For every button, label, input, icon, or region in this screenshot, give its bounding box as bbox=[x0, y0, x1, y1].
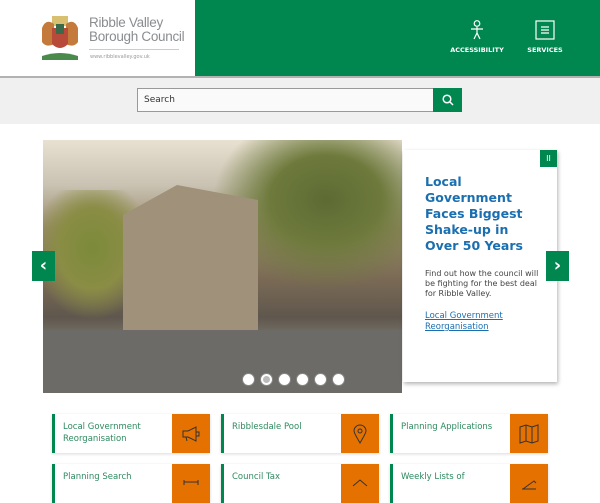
hero-road bbox=[43, 330, 402, 393]
council-crest-logo[interactable] bbox=[38, 14, 82, 62]
plan-icon bbox=[172, 464, 210, 503]
brand-line-2: Borough Council bbox=[89, 29, 185, 44]
hero-title: Local Government Faces Biggest Shake-up … bbox=[425, 174, 523, 253]
pen-icon bbox=[510, 464, 548, 503]
pause-button[interactable]: II bbox=[540, 150, 557, 167]
slide-dot[interactable] bbox=[297, 374, 308, 385]
hero-card: Local Government Faces Biggest Shake-up … bbox=[403, 150, 557, 382]
tile-label: Council Tax bbox=[232, 472, 281, 482]
quick-link-tile[interactable]: Weekly Lists of bbox=[390, 464, 548, 503]
tile-label: Planning Search bbox=[63, 472, 132, 482]
slide-dot[interactable] bbox=[333, 374, 344, 385]
brand-url: www.ribblevalley.gov.uk bbox=[90, 54, 150, 60]
slide-dot[interactable] bbox=[243, 374, 254, 385]
slide-dot[interactable] bbox=[261, 374, 272, 385]
tile-label: Weekly Lists of bbox=[401, 472, 465, 482]
header-bar: ACCESSIBILITY SERVICES bbox=[195, 0, 600, 76]
quick-link-tile[interactable]: Local Government Reorganisation bbox=[52, 414, 210, 453]
house-icon bbox=[341, 464, 379, 503]
megaphone-icon bbox=[172, 414, 210, 453]
search-button[interactable] bbox=[433, 88, 462, 112]
quick-link-tile[interactable]: Council Tax bbox=[221, 464, 379, 503]
search-input[interactable]: Search bbox=[137, 88, 434, 112]
search-icon bbox=[441, 94, 454, 106]
quick-link-tile[interactable]: Planning Applications bbox=[390, 414, 548, 453]
hero-body: Find out how the council will be fightin… bbox=[425, 269, 539, 298]
map-icon bbox=[510, 414, 548, 453]
menu-icon bbox=[535, 20, 555, 40]
tile-label: Planning Applications bbox=[401, 422, 493, 432]
next-slide-button[interactable]: › bbox=[546, 251, 569, 281]
slide-dot[interactable] bbox=[315, 374, 326, 385]
header-logo-area: Ribble Valley Borough Council www.ribblev… bbox=[0, 0, 195, 76]
services-label: SERVICES bbox=[527, 46, 563, 54]
tile-label: Local Government Reorganisation bbox=[63, 422, 141, 444]
hero-buildings bbox=[123, 185, 258, 335]
slide-dot[interactable] bbox=[279, 374, 290, 385]
brand-name[interactable]: Ribble Valley Borough Council bbox=[89, 15, 185, 44]
brand-line-1: Ribble Valley bbox=[89, 15, 163, 30]
brand-divider bbox=[89, 49, 179, 50]
slide-dots bbox=[243, 374, 344, 385]
accessibility-button[interactable]: ACCESSIBILITY bbox=[447, 20, 507, 54]
quick-link-tile[interactable]: Planning Search bbox=[52, 464, 210, 503]
hero-image bbox=[43, 140, 402, 393]
accessibility-icon bbox=[471, 20, 483, 40]
services-button[interactable]: SERVICES bbox=[515, 20, 575, 54]
map-pin-icon bbox=[341, 414, 379, 453]
prev-slide-button[interactable]: ‹ bbox=[32, 251, 55, 281]
hero-link[interactable]: Local Government Reorganisation bbox=[425, 311, 550, 333]
tile-label: Ribblesdale Pool bbox=[232, 422, 302, 432]
quick-link-tile[interactable]: Ribblesdale Pool bbox=[221, 414, 379, 453]
accessibility-label: ACCESSIBILITY bbox=[450, 46, 504, 54]
